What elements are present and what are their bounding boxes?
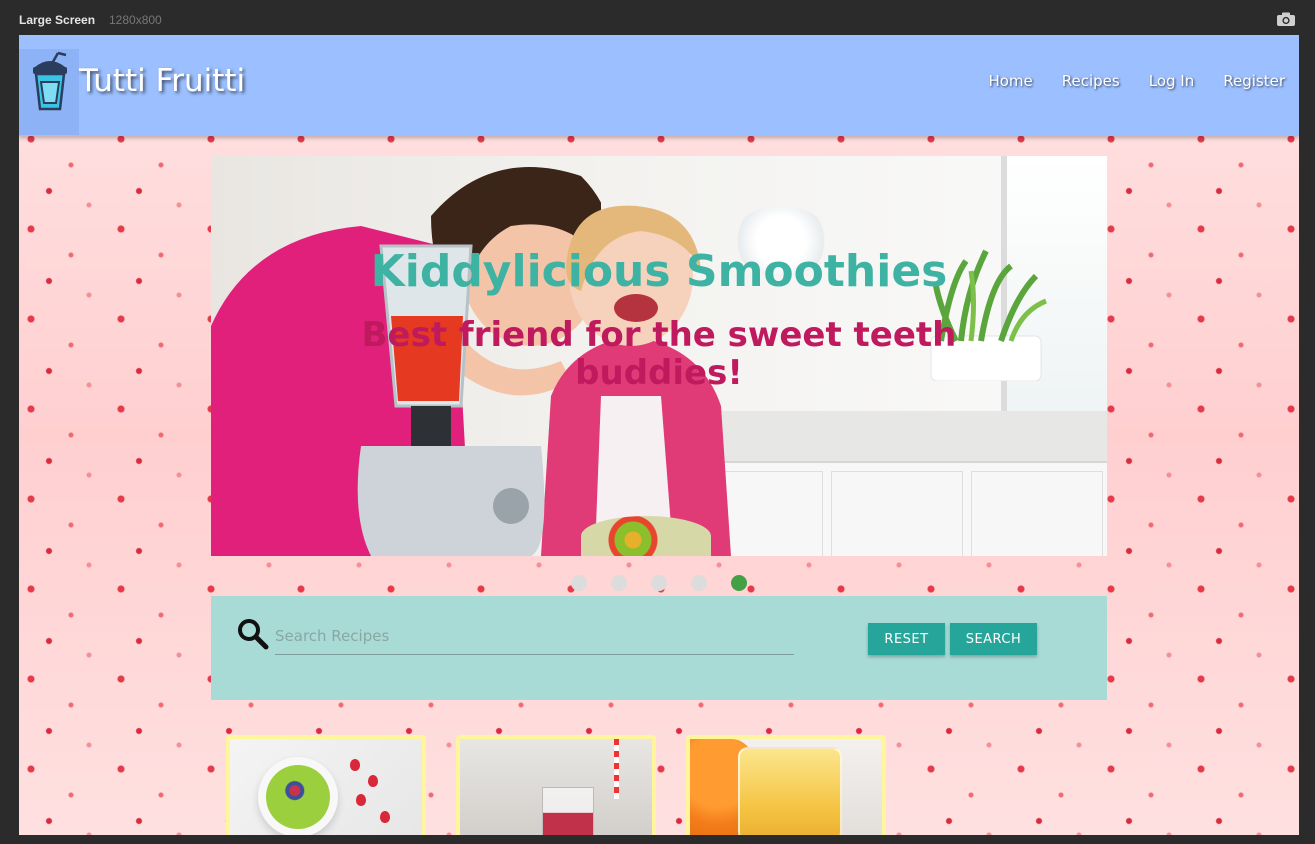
camera-icon[interactable] xyxy=(1277,12,1295,26)
navbar: Tutti Fruitti Home Recipes Log In Regist… xyxy=(19,35,1299,136)
recipe-cards xyxy=(226,735,886,835)
hero-carousel[interactable]: Kiddylicious Smoothies Best friend for t… xyxy=(211,156,1107,556)
recipe-card[interactable] xyxy=(226,735,426,835)
logo[interactable] xyxy=(19,49,79,135)
nav-link-home[interactable]: Home xyxy=(988,72,1032,90)
nav-link-register[interactable]: Register xyxy=(1223,72,1285,90)
search-button[interactable]: SEARCH xyxy=(950,623,1037,655)
carousel-indicators xyxy=(571,575,747,591)
recipe-image-berry-smoothie-glass xyxy=(460,739,652,835)
slide-title: Kiddylicious Smoothies xyxy=(370,246,948,297)
carousel-dot-2[interactable] xyxy=(611,575,627,591)
slide-salad xyxy=(581,516,711,556)
carousel-dot-1[interactable] xyxy=(571,575,587,591)
nav-links: Home Recipes Log In Register xyxy=(988,72,1285,90)
page-viewport: Tutti Fruitti Home Recipes Log In Regist… xyxy=(19,35,1299,835)
reset-button[interactable]: RESET xyxy=(868,623,945,655)
search-input[interactable] xyxy=(275,618,794,655)
nav-link-login[interactable]: Log In xyxy=(1149,72,1195,90)
device-resolution: 1280x800 xyxy=(109,13,162,27)
devtools-bar: Large Screen 1280x800 xyxy=(0,0,1315,35)
slide-subtitle: Best friend for the sweet teeth buddies! xyxy=(361,315,957,393)
recipe-image-orange-smoothie-glass xyxy=(690,739,882,835)
brand-title[interactable]: Tutti Fruitti xyxy=(79,63,245,99)
smoothie-cup-icon xyxy=(33,51,67,111)
recipe-card[interactable] xyxy=(686,735,886,835)
carousel-dot-4[interactable] xyxy=(691,575,707,591)
recipe-card[interactable] xyxy=(456,735,656,835)
search-panel: RESET SEARCH xyxy=(211,596,1107,700)
carousel-dot-3[interactable] xyxy=(651,575,667,591)
recipe-image-green-smoothie-bowl xyxy=(230,739,422,835)
device-label: Large Screen xyxy=(19,13,96,27)
carousel-dot-5-active[interactable] xyxy=(731,575,747,591)
search-icon xyxy=(237,618,269,650)
nav-link-recipes[interactable]: Recipes xyxy=(1062,72,1120,90)
